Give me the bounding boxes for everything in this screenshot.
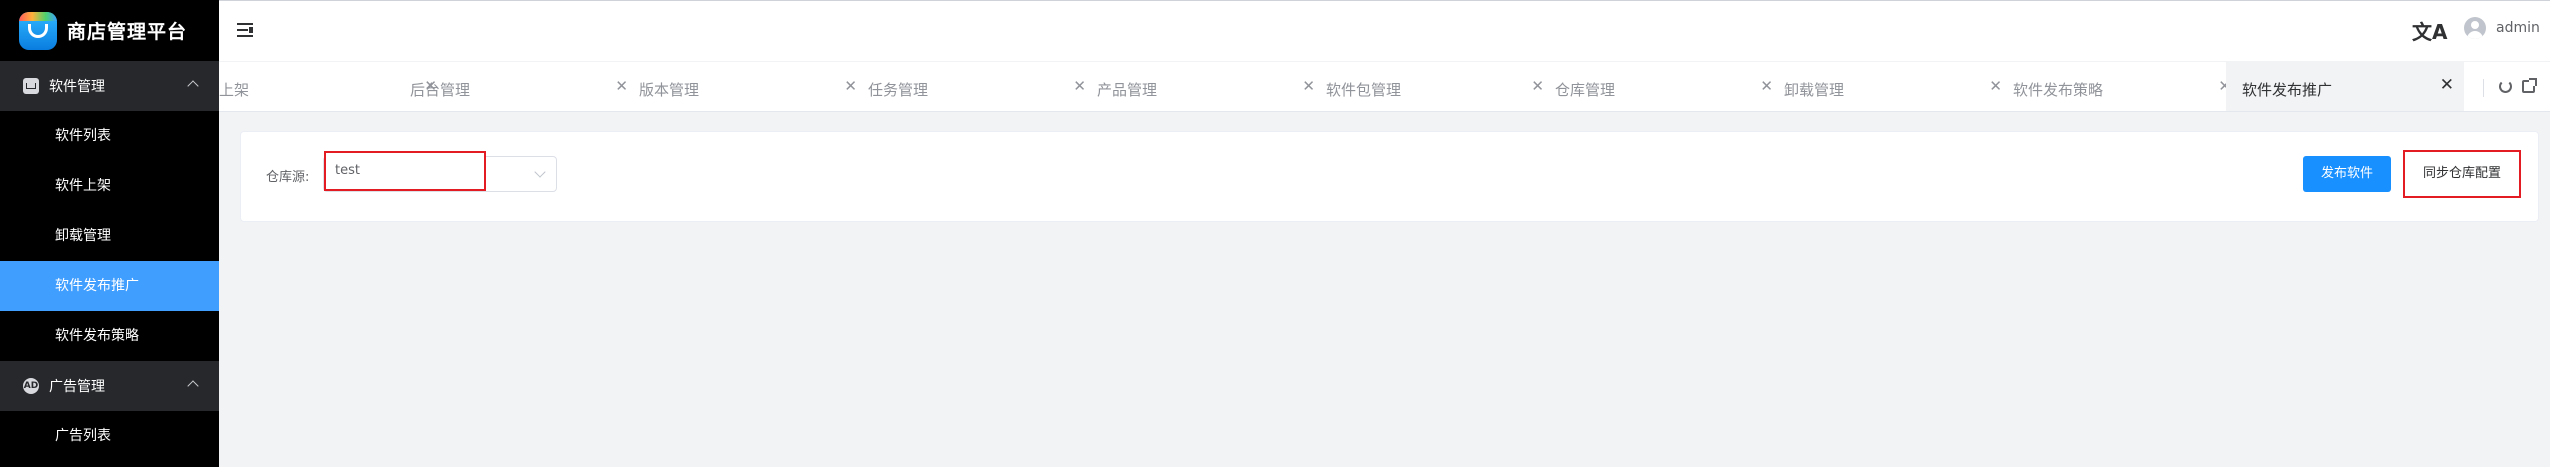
tab-label: 产品管理 xyxy=(1097,81,1158,99)
sidebar-item-release-promotion[interactable]: 软件发布推广 xyxy=(0,261,219,311)
tabs-bar: 上架 ✕ 后台管理 ✕ 版本管理 ✕ 任务管理 ✕ 产品管理 ✕ 软件包管理 ✕… xyxy=(219,62,2550,112)
top-header: 文A admin xyxy=(219,0,2550,61)
menu-toggle-icon[interactable] xyxy=(237,23,253,37)
chevron-down-icon[interactable] xyxy=(534,166,546,178)
filter-card: 仓库源: test 发布软件 同步仓库配置 xyxy=(240,131,2539,222)
app-title: 商店管理平台 xyxy=(67,21,188,43)
sidebar-item-ad-list[interactable]: 广告列表 xyxy=(0,411,219,461)
username[interactable]: admin xyxy=(2496,20,2540,36)
tab-label: 任务管理 xyxy=(868,81,929,99)
tab-product-management[interactable]: 产品管理 ✕ xyxy=(1097,62,1325,111)
close-icon[interactable]: ✕ xyxy=(615,77,628,95)
sidebar: 商店管理平台 软件管理 软件列表 软件上架 卸载管理 软件发布推广 软件发布策略… xyxy=(0,0,219,467)
tab-label: 软件包管理 xyxy=(1326,81,1402,99)
sync-repository-config-button[interactable]: 同步仓库配置 xyxy=(2403,150,2521,198)
tab-task-management[interactable]: 任务管理 ✕ xyxy=(868,62,1096,111)
ad-icon: AD xyxy=(23,378,39,394)
tab-label: 版本管理 xyxy=(639,81,700,99)
sidebar-item-software-listing[interactable]: 软件上架 xyxy=(0,161,219,211)
fullscreen-icon[interactable] xyxy=(2522,78,2537,93)
avatar[interactable] xyxy=(2464,17,2486,39)
chevron-up-icon xyxy=(187,380,199,392)
tab-label: 软件发布推广 xyxy=(2242,81,2333,99)
tab-uninstall-management[interactable]: 卸载管理 ✕ xyxy=(1784,62,2012,111)
repository-source-highlight[interactable]: test xyxy=(324,151,486,191)
tab-label: 上架 xyxy=(219,81,250,99)
menu-group-ads[interactable]: AD 广告管理 xyxy=(0,361,219,411)
sidebar-item-uninstall-management[interactable]: 卸载管理 xyxy=(0,211,219,261)
publish-software-button[interactable]: 发布软件 xyxy=(2303,156,2391,192)
close-icon[interactable]: ✕ xyxy=(1989,77,2002,95)
repository-source-label: 仓库源: xyxy=(266,170,310,185)
tab-admin-management[interactable]: 后台管理 ✕ xyxy=(410,62,638,111)
close-icon[interactable]: ✕ xyxy=(1760,77,1773,95)
tab-label: 卸载管理 xyxy=(1784,81,1845,99)
refresh-icon[interactable] xyxy=(2499,80,2512,93)
close-icon[interactable]: ✕ xyxy=(1531,77,1544,95)
tab-release-promotion[interactable]: 软件发布推广 ✕ xyxy=(2226,62,2464,111)
app-logo-icon xyxy=(19,11,57,50)
sidebar-item-release-strategy[interactable]: 软件发布策略 xyxy=(0,311,219,361)
tab-label: 后台管理 xyxy=(410,81,471,99)
close-icon[interactable]: ✕ xyxy=(1302,77,1315,95)
close-icon[interactable]: ✕ xyxy=(844,77,857,95)
logo-row[interactable]: 商店管理平台 xyxy=(0,0,219,61)
chevron-up-icon xyxy=(187,80,199,92)
tab-package-management[interactable]: 软件包管理 ✕ xyxy=(1326,62,1554,111)
tab-version-management[interactable]: 版本管理 ✕ xyxy=(639,62,867,111)
tab-label: 仓库管理 xyxy=(1555,81,1616,99)
tab-release-strategy[interactable]: 软件发布策略 ✕ xyxy=(2013,62,2241,111)
tab-label: 软件发布策略 xyxy=(2013,81,2104,99)
repository-source-value: test xyxy=(335,163,360,178)
tab-repository-management[interactable]: 仓库管理 ✕ xyxy=(1555,62,1783,111)
menu-group-software[interactable]: 软件管理 xyxy=(0,61,219,111)
sidebar-item-software-list[interactable]: 软件列表 xyxy=(0,111,219,161)
language-icon[interactable]: 文A xyxy=(2412,16,2447,45)
package-icon xyxy=(23,78,39,94)
menu-group-label: 广告管理 xyxy=(49,379,105,395)
menu-group-label: 软件管理 xyxy=(49,79,105,95)
close-icon[interactable]: ✕ xyxy=(2440,75,2454,95)
divider xyxy=(2483,79,2484,97)
close-icon[interactable]: ✕ xyxy=(1073,77,1086,95)
